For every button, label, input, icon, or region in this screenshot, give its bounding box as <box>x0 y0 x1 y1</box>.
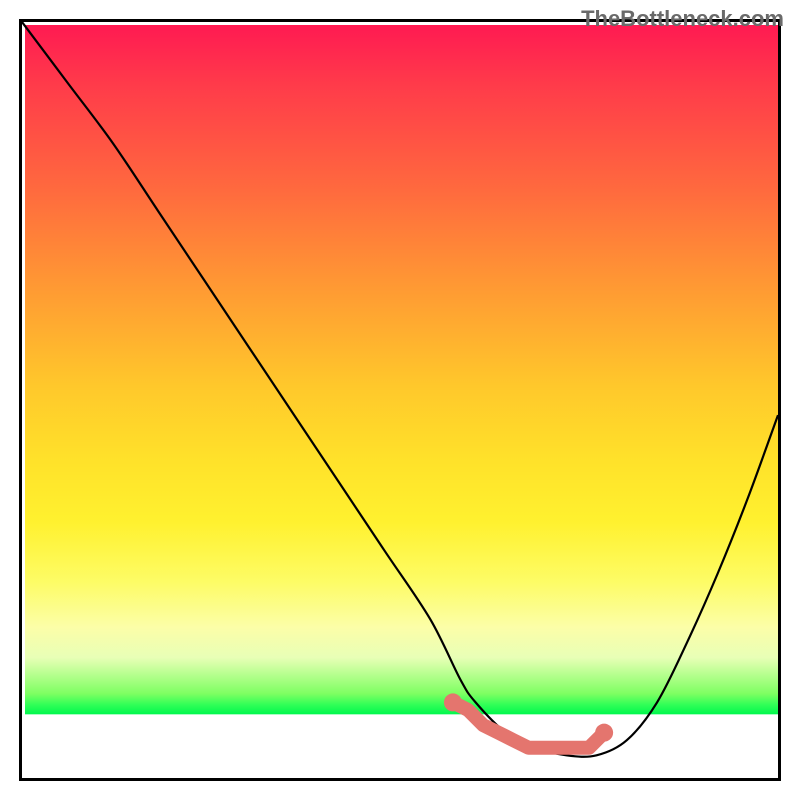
watermark-text: TheBottleneck.com <box>581 6 784 32</box>
plot-gradient-background <box>25 25 778 778</box>
plot-frame <box>19 19 781 781</box>
